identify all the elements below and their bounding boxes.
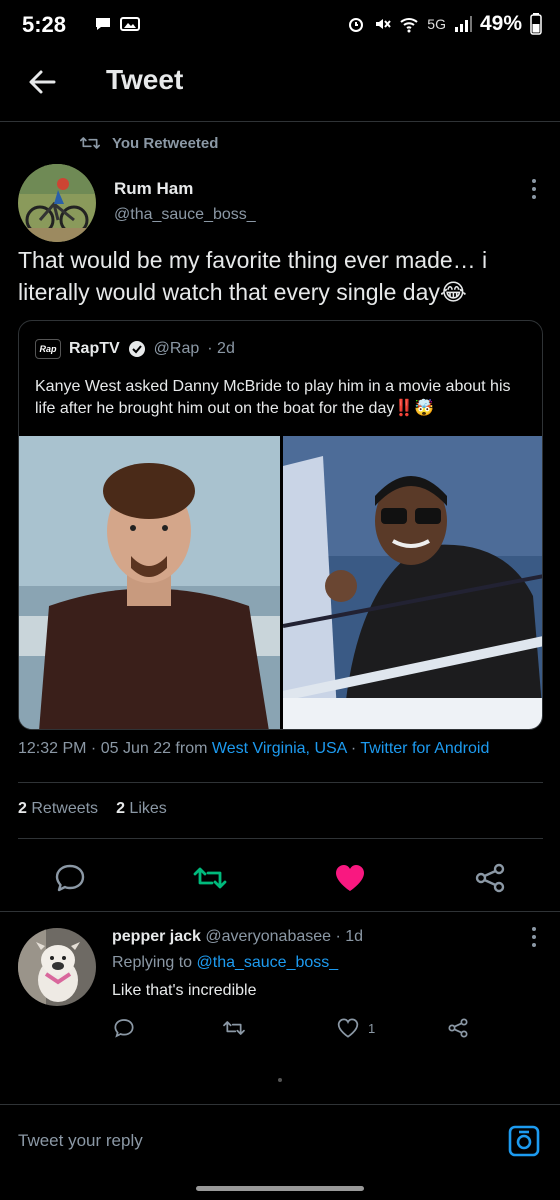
retweet-icon	[80, 137, 100, 149]
raptv-logo: Rap	[35, 339, 61, 359]
reply-age: · 1d	[335, 928, 364, 945]
author-name[interactable]: Rum Ham	[114, 179, 193, 199]
reply-author-name[interactable]: pepper jack	[112, 928, 201, 945]
divider	[18, 782, 543, 783]
author-avatar[interactable]	[18, 164, 96, 242]
signal-icon	[454, 16, 472, 32]
scroll-indicator-dot	[278, 1078, 282, 1082]
status-time: 5:28	[22, 12, 67, 37]
like-heart-active-icon[interactable]	[332, 860, 368, 896]
replying-to: Replying to @tha_sauce_boss_	[112, 954, 338, 972]
tweet-stats: 2 Retweets 2 Likes	[18, 800, 167, 818]
author-handle[interactable]: @tha_sauce_boss_	[114, 206, 256, 224]
page-title: Tweet	[106, 64, 184, 95]
retweet-active-icon[interactable]	[192, 860, 228, 896]
replying-to-handle-link[interactable]: @tha_sauce_boss_	[197, 954, 339, 971]
reply-compose-bar	[0, 1104, 560, 1184]
verified-badge-icon	[128, 341, 145, 357]
retweets-label: Retweets	[31, 800, 99, 817]
meta-separator: ·	[346, 740, 361, 757]
replying-prefix: Replying to	[112, 954, 197, 971]
quoted-author-name: RapTV	[69, 340, 120, 357]
meta-separator: ·	[86, 740, 101, 757]
more-vertical-icon[interactable]	[530, 926, 538, 948]
divider	[18, 838, 543, 839]
alarm-icon	[349, 18, 364, 32]
share-icon[interactable]	[472, 860, 508, 896]
notification-icons	[94, 15, 140, 33]
chat-notification-icon	[96, 18, 110, 30]
battery-icon	[530, 13, 542, 35]
network-type: 5G	[427, 16, 446, 32]
reply-share-button[interactable]	[446, 1016, 470, 1040]
tweet-date: 05 Jun 22	[100, 740, 171, 757]
meta-from: from	[170, 740, 212, 757]
media-image-kanye-west[interactable]	[283, 436, 542, 729]
wifi-icon	[400, 18, 418, 33]
reply-comment-button[interactable]	[112, 1016, 136, 1040]
gallery-notification-icon	[120, 17, 140, 31]
status-right: 5G 49%	[347, 12, 542, 36]
share-icon	[448, 1018, 468, 1038]
retweets-stat[interactable]: 2 Retweets	[18, 800, 98, 818]
divider	[0, 911, 560, 912]
home-indicator	[196, 1186, 364, 1191]
tweet-action-bar	[0, 856, 560, 900]
reply-retweet-button[interactable]	[222, 1016, 246, 1040]
quoted-media[interactable]	[19, 436, 542, 729]
quoted-author-handle: @Rap	[153, 340, 200, 357]
reply-comment-icon[interactable]	[52, 860, 88, 896]
tweet-time: 12:32 PM	[18, 740, 87, 757]
reply-author-handle[interactable]: @averyonabasee	[205, 928, 331, 945]
likes-stat[interactable]: 2 Likes	[116, 800, 167, 818]
retweet-note-text: You Retweeted	[112, 134, 219, 152]
back-arrow-icon[interactable]	[26, 66, 58, 98]
status-bar: 5:28 5G 49%	[0, 0, 560, 50]
more-vertical-icon[interactable]	[530, 178, 538, 200]
reply-like-button[interactable]: 1	[336, 1016, 375, 1040]
tweet-location-link[interactable]: West Virginia, USA	[212, 740, 347, 757]
quoted-age: · 2d	[207, 340, 235, 357]
camera-icon[interactable]	[506, 1123, 542, 1159]
tweet-client-link[interactable]: Twitter for Android	[360, 740, 489, 757]
likes-label: Likes	[129, 800, 167, 817]
media-image-danny-mcbride[interactable]	[19, 436, 280, 729]
battery-percent: 49%	[479, 12, 522, 35]
reply-author-avatar[interactable]	[18, 928, 96, 1006]
retweet-context[interactable]: You Retweeted	[80, 134, 218, 152]
quoted-tweet[interactable]: Rap RapTV @Rap · 2d Kanye West asked Dan…	[18, 320, 543, 730]
tweet-header: Tweet	[0, 50, 560, 122]
tweet-meta: 12:32 PM · 05 Jun 22 from West Virginia,…	[18, 740, 489, 758]
quoted-tweet-header: Rap RapTV @Rap · 2d	[35, 339, 235, 359]
tweet-text: That would be my favorite thing ever mad…	[18, 247, 488, 305]
reply-header: pepper jack @averyonabasee · 1d	[112, 928, 363, 946]
reply-text: Like that's incredible	[112, 982, 257, 999]
likes-count: 2	[116, 800, 125, 817]
reply-action-bar: 1	[0, 1012, 560, 1046]
quoted-tweet-text: Kanye West asked Danny McBride to play h…	[35, 378, 511, 417]
reply-like-count: 1	[368, 1020, 376, 1036]
retweet-icon	[223, 1021, 245, 1035]
mute-icon	[376, 19, 392, 29]
reply-input[interactable]	[18, 1131, 418, 1151]
comment-icon	[114, 1019, 134, 1038]
heart-icon	[337, 1018, 359, 1038]
retweets-count: 2	[18, 800, 27, 817]
